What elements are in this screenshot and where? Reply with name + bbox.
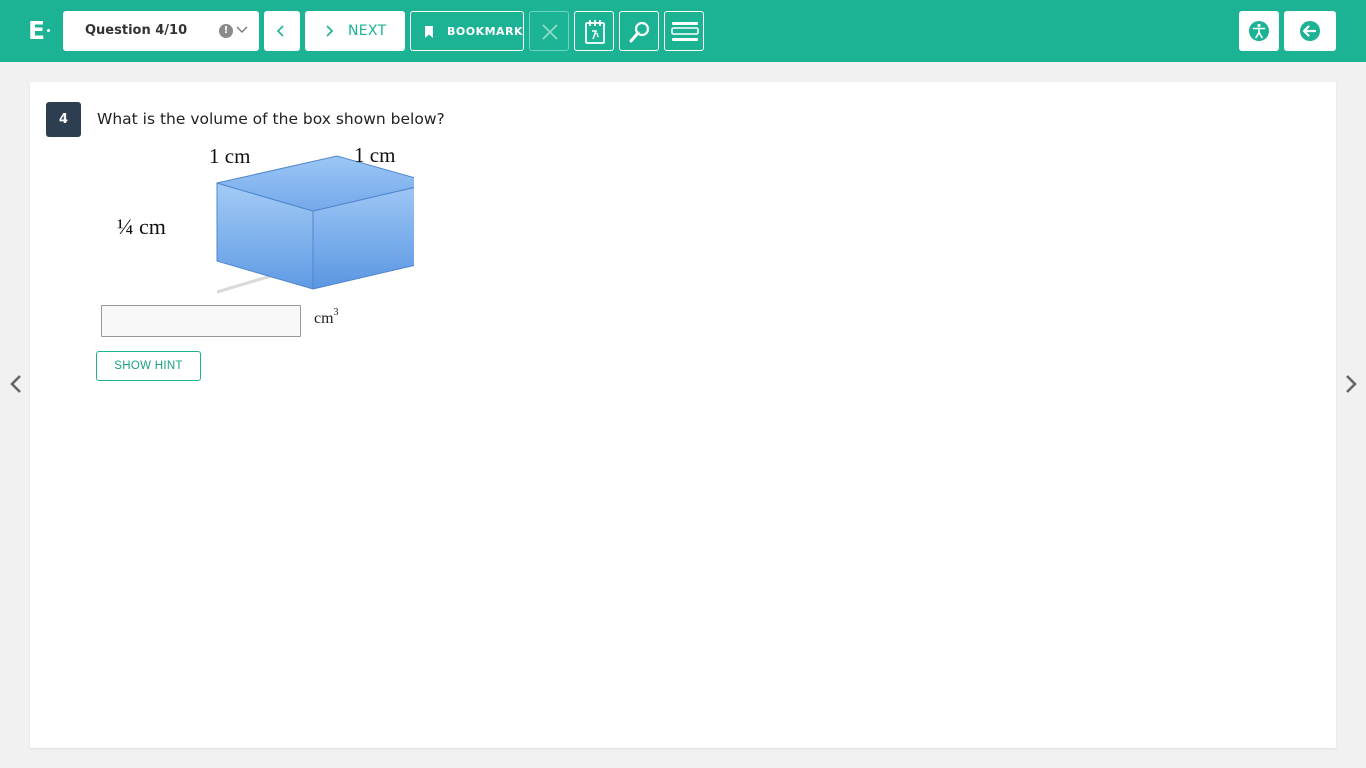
notepad-button[interactable] [574, 11, 614, 51]
accessibility-icon [1249, 21, 1269, 41]
exit-button[interactable] [1284, 11, 1336, 51]
bookmark-button-label: BOOKMARK [447, 25, 524, 38]
chevron-down-icon [236, 26, 248, 33]
question-selector-dropdown[interactable]: Question 4/10 ! [63, 11, 259, 51]
alert-icon: ! [219, 24, 233, 38]
answer-unit-exponent: 3 [333, 307, 339, 318]
answer-input[interactable] [101, 305, 301, 337]
accessibility-button[interactable] [1239, 11, 1279, 51]
show-hint-button[interactable]: SHOW HINT [96, 351, 201, 381]
chevron-right-icon [326, 25, 334, 37]
box-figure: 1 cm 1 cm ¼ cm [114, 142, 414, 294]
top-toolbar: E Question 4/10 ! NEXT BOOKMARK [0, 0, 1366, 62]
eliminate-choice-button[interactable] [529, 11, 569, 51]
close-icon [542, 24, 558, 40]
notepad-icon [585, 20, 605, 44]
question-number-badge: 4 [46, 102, 81, 137]
logo-letter: E [28, 16, 46, 45]
exit-arrow-icon [1300, 21, 1320, 41]
question-selector-label: Question 4/10 [85, 23, 188, 38]
question-card: 4 What is the volume of the box shown be… [30, 82, 1336, 748]
question-text: What is the volume of the box shown belo… [97, 110, 445, 128]
magnifier-button[interactable] [619, 11, 659, 51]
figure-label-height: ¼ cm [117, 214, 166, 239]
search-icon [629, 21, 650, 43]
chevron-left-icon [276, 25, 284, 37]
bookmark-icon [425, 26, 433, 38]
figure-label-top-right: 1 cm [354, 143, 396, 167]
next-button[interactable]: NEXT [305, 11, 405, 51]
answer-unit: cm3 [314, 307, 339, 328]
previous-page-arrow-icon[interactable] [8, 374, 24, 394]
figure-label-top-left: 1 cm [209, 144, 251, 168]
hamburger-menu-icon [671, 22, 699, 41]
bookmark-button[interactable]: BOOKMARK [410, 11, 524, 51]
logo-dot [47, 29, 50, 32]
answer-unit-base: cm [314, 310, 334, 327]
previous-button[interactable] [264, 11, 300, 51]
app-logo: E [28, 14, 56, 48]
menu-button[interactable] [664, 11, 704, 51]
next-page-arrow-icon[interactable] [1343, 374, 1359, 394]
next-button-label: NEXT [348, 23, 387, 39]
